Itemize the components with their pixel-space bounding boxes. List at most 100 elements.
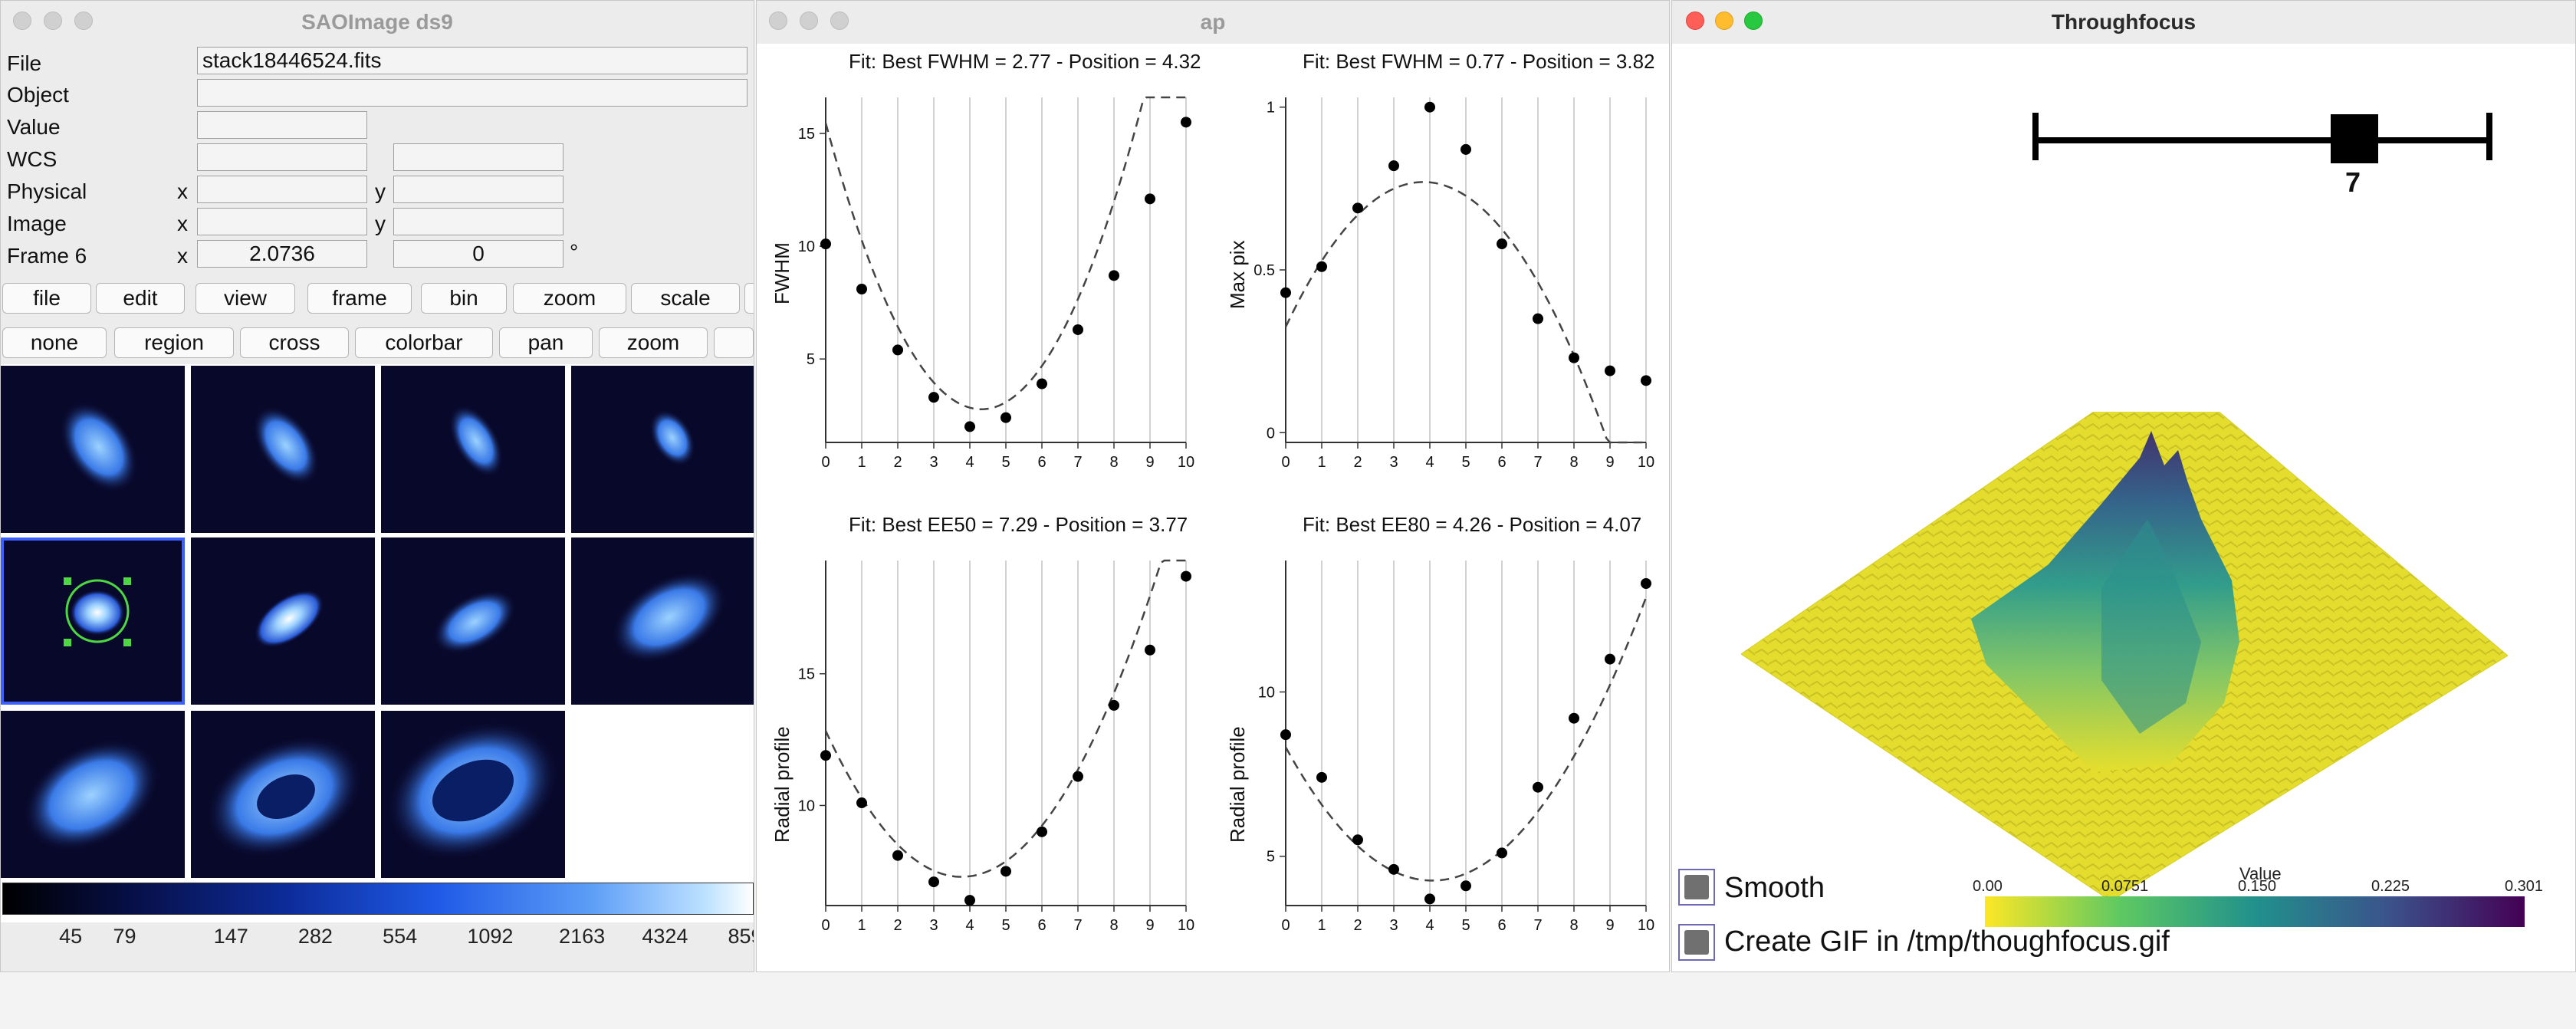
smooth-checkbox[interactable] bbox=[1678, 869, 1715, 906]
ee50-plot[interactable]: 0 1 2 3 4 5 6 7 8 9 10 10 15 bbox=[772, 545, 1201, 972]
slider-track[interactable] bbox=[2032, 137, 2492, 143]
throughfocus-body: 7 Value 0.00 0.0751 0.150 0.225 0.301 Sm… bbox=[1672, 44, 2575, 971]
x-tick-label: 1 bbox=[1317, 454, 1326, 471]
data-point bbox=[1316, 771, 1327, 783]
x-tick-label: 5 bbox=[1001, 454, 1010, 471]
data-point bbox=[1181, 570, 1191, 582]
data-point bbox=[1109, 699, 1119, 711]
x-tick-label: 7 bbox=[1073, 454, 1082, 471]
data-point bbox=[1145, 644, 1155, 656]
x-tick-label: 10 bbox=[1178, 917, 1194, 934]
data-point bbox=[964, 895, 975, 906]
x-tick-label: 10 bbox=[1638, 917, 1654, 934]
frame-tile[interactable] bbox=[191, 366, 375, 533]
view-menu-button[interactable]: view bbox=[196, 283, 295, 314]
frame-tile[interactable] bbox=[381, 538, 565, 705]
ee80-plot[interactable]: 0 1 2 3 4 5 6 7 8 9 10 5 10 bbox=[1232, 545, 1661, 972]
x-tick-label: 8 bbox=[1109, 917, 1118, 934]
mode-pan-button[interactable]: pan bbox=[499, 327, 593, 358]
smooth-checkbox-box[interactable] bbox=[1684, 875, 1709, 899]
create-gif-checkbox-box[interactable] bbox=[1684, 930, 1709, 955]
x-tick-label: 4 bbox=[965, 917, 974, 934]
focus-slider[interactable] bbox=[2032, 113, 2492, 174]
mode-cross-button[interactable]: cross bbox=[240, 327, 349, 358]
x-tick-label: 6 bbox=[1497, 917, 1506, 934]
slider-handle[interactable] bbox=[2331, 114, 2378, 163]
mode-colorbar-button[interactable]: colorbar bbox=[355, 327, 493, 358]
y-tick-label: 10 bbox=[798, 797, 815, 814]
throughfocus-surface-plot[interactable] bbox=[1741, 412, 2508, 902]
x-tick-label: 4 bbox=[1425, 454, 1434, 471]
edit-menu-button[interactable]: edit bbox=[96, 283, 185, 314]
frame-tile[interactable] bbox=[381, 711, 565, 878]
max-pix-plot[interactable]: 0 1 2 3 4 5 6 7 8 9 10 0 0.5 1 bbox=[1232, 82, 1661, 511]
physical-x-field[interactable] bbox=[197, 176, 367, 203]
frame-tile-selected[interactable] bbox=[1, 538, 185, 705]
value-field[interactable] bbox=[197, 111, 367, 139]
frame-x-field[interactable]: 2.0736 bbox=[197, 240, 367, 268]
colorbar-tick: 1092 bbox=[467, 925, 514, 948]
x-tick-label: 7 bbox=[1533, 917, 1542, 934]
x-tick-label: 5 bbox=[1461, 454, 1470, 471]
data-point bbox=[1605, 365, 1615, 376]
wcs-x-field[interactable] bbox=[197, 143, 367, 171]
mode-none-button[interactable]: none bbox=[2, 327, 107, 358]
frame-tile[interactable] bbox=[1, 366, 185, 533]
x-tick-label: 8 bbox=[1109, 454, 1118, 471]
image-y-field[interactable] bbox=[393, 208, 564, 235]
file-menu-button[interactable]: file bbox=[2, 283, 91, 314]
more-menu-button[interactable] bbox=[744, 283, 754, 314]
frame-menu-button[interactable]: frame bbox=[307, 283, 412, 314]
create-gif-checkbox[interactable] bbox=[1678, 924, 1715, 961]
physical-x-label: x bbox=[177, 179, 188, 203]
file-field[interactable]: stack18446524.fits bbox=[197, 47, 748, 74]
object-field[interactable] bbox=[197, 79, 748, 107]
image-frames-area[interactable] bbox=[1, 364, 754, 922]
x-tick-label: 6 bbox=[1497, 454, 1506, 471]
throughfocus-titlebar[interactable]: Throughfocus bbox=[1672, 1, 2575, 44]
data-point bbox=[1605, 653, 1615, 665]
mode-more-button[interactable] bbox=[714, 327, 754, 358]
ap-titlebar[interactable]: ap bbox=[757, 1, 1669, 44]
x-tick-label: 3 bbox=[1389, 454, 1398, 471]
frame-tile[interactable] bbox=[1, 711, 185, 878]
colorbar-tick: 0.225 bbox=[2371, 878, 2410, 895]
mode-region-button[interactable]: region bbox=[114, 327, 234, 358]
colorbar-tick: 282 bbox=[297, 925, 333, 948]
data-point bbox=[1316, 261, 1327, 272]
frame-tile[interactable] bbox=[381, 366, 565, 533]
data-point bbox=[1037, 378, 1047, 390]
frame-tile[interactable] bbox=[571, 366, 754, 533]
y-tick-label: 15 bbox=[798, 126, 815, 143]
y-tick-label: 0.5 bbox=[1254, 262, 1275, 279]
frame-tile[interactable] bbox=[191, 538, 375, 705]
x-tick-label: 6 bbox=[1037, 917, 1046, 934]
frame-tile[interactable] bbox=[571, 538, 754, 705]
data-point bbox=[1569, 352, 1579, 363]
frame-tile[interactable] bbox=[191, 711, 375, 878]
colorbar-tick: 554 bbox=[383, 925, 418, 948]
y-tick-label: 0 bbox=[1267, 425, 1275, 442]
data-point bbox=[1109, 270, 1119, 281]
x-tick-label: 9 bbox=[1605, 454, 1614, 471]
x-tick-label: 4 bbox=[1425, 917, 1434, 934]
ds9-titlebar[interactable]: SAOImage ds9 bbox=[1, 1, 754, 44]
data-point bbox=[1497, 238, 1507, 250]
x-tick-label: 7 bbox=[1073, 917, 1082, 934]
data-point bbox=[1460, 880, 1471, 892]
data-point bbox=[1569, 712, 1579, 724]
wcs-y-field[interactable] bbox=[393, 143, 564, 171]
mode-zoom-button[interactable]: zoom bbox=[599, 327, 708, 358]
colorbar-tick: 0.00 bbox=[1973, 878, 2003, 895]
fwhm-plot[interactable]: 0 1 2 3 4 5 6 7 8 9 10 5 10 15 bbox=[772, 82, 1201, 511]
image-x-field[interactable] bbox=[197, 208, 367, 235]
smooth-label[interactable]: Smooth bbox=[1724, 872, 1825, 905]
zoom-menu-button[interactable]: zoom bbox=[513, 283, 626, 314]
create-gif-label[interactable]: Create GIF in /tmp/thoughfocus.gif bbox=[1724, 925, 2170, 958]
physical-y-field[interactable] bbox=[393, 176, 564, 203]
frame-y-field[interactable]: 0 bbox=[393, 240, 564, 268]
ds9-colorbar[interactable] bbox=[2, 883, 754, 915]
x-tick-label: 0 bbox=[1281, 917, 1290, 934]
bin-menu-button[interactable]: bin bbox=[421, 283, 507, 314]
scale-menu-button[interactable]: scale bbox=[631, 283, 740, 314]
